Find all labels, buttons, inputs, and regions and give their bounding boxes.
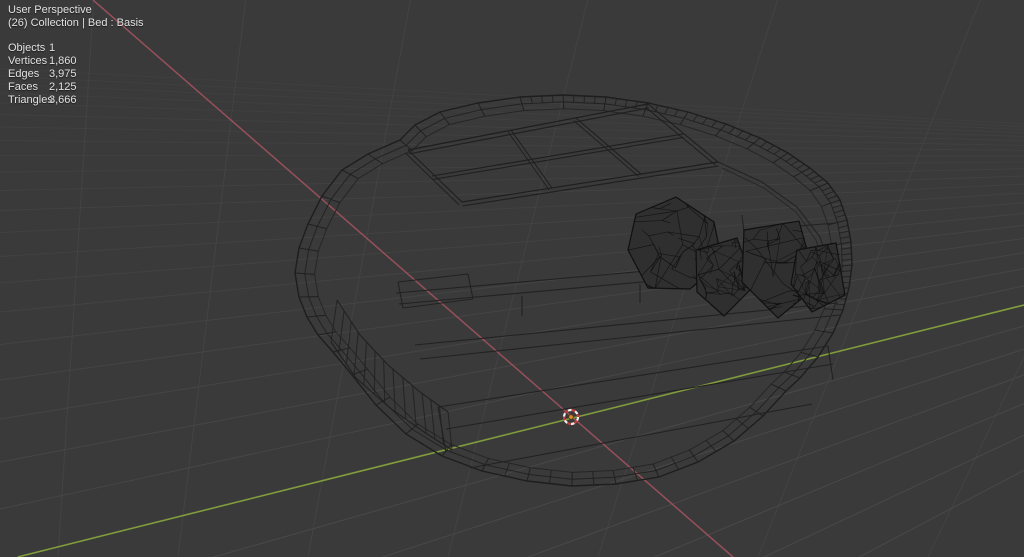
stats-label: Objects [8,42,49,55]
stats-value: 3,975 [49,68,77,81]
view-perspective-label: User Perspective [8,4,144,17]
scene-statistics: Objects 1 Vertices 1,860 Edges 3,975 Fac… [8,42,144,107]
stats-row: Edges 3,975 [8,68,144,81]
stats-label: Edges [8,68,49,81]
stats-value: 1,860 [49,55,77,68]
viewport-canvas[interactable] [0,0,1024,557]
stats-value: 3,666 [49,94,77,107]
stats-label: Triangles [8,94,49,107]
stats-row: Objects 1 [8,42,144,55]
collection-breadcrumb: (26) Collection | Bed : Basis [8,17,144,30]
stats-row: Vertices 1,860 [8,55,144,68]
blender-3d-viewport[interactable]: User Perspective (26) Collection | Bed :… [0,0,1024,557]
stats-value: 2,125 [49,81,77,94]
stats-row: Triangles 3,666 [8,94,144,107]
stats-row: Faces 2,125 [8,81,144,94]
stats-label: Vertices [8,55,49,68]
viewport-hud: User Perspective (26) Collection | Bed :… [8,4,144,107]
stats-value: 1 [49,42,55,55]
stats-label: Faces [8,81,49,94]
